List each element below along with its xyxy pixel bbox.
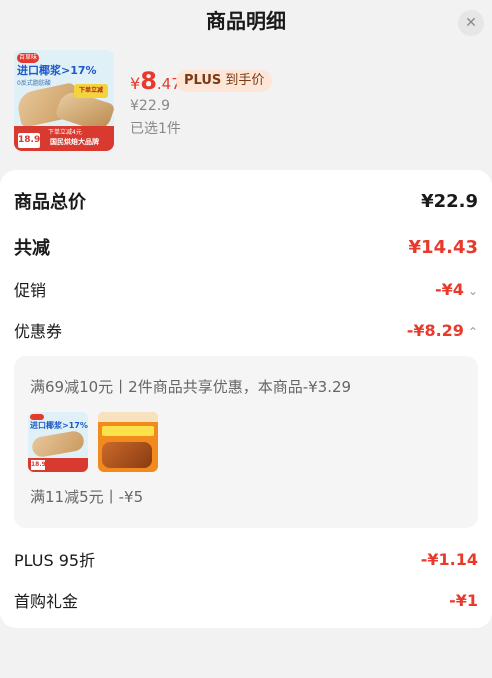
first-purchase-value: -¥1 (449, 590, 478, 610)
food-image (102, 442, 152, 468)
plus-discount-label: PLUS 95折 (14, 551, 96, 570)
thumbnail-subtext: 0反式脂肪酸 (17, 80, 51, 87)
mini-band (102, 426, 154, 436)
product-thumbnail[interactable]: 百草味 进口椰浆>17% 0反式脂肪酸 下单立减 18.9 下单立减4元 国民烘… (14, 50, 114, 151)
header: 商品明细 ✕ 百草味 进口椰浆>17% 0反式脂肪酸 下单立减 18.9 下单立… (0, 0, 492, 170)
mini-top (98, 412, 158, 422)
coupon-product-thumbnail (98, 412, 158, 472)
price-currency: ¥ (130, 74, 141, 93)
page-title: 商品明细 (206, 9, 286, 33)
plus-discount-row: PLUS 95折 -¥1.14 (14, 546, 478, 572)
discount-label: 共减 (14, 238, 50, 259)
plus-badge-prefix: PLUS (184, 73, 222, 88)
coupon-value-wrap[interactable]: -¥8.29 ⌃ (407, 321, 478, 340)
price-integer: 8 (140, 67, 157, 95)
total-label: 商品总价 (14, 192, 86, 213)
brand-logo: 百草味 (17, 53, 39, 63)
thumbnail-strip-top: 下单立减4元 (48, 129, 82, 136)
original-price: ¥22.9 (130, 98, 171, 114)
plus-badge-suffix: 到手价 (225, 73, 265, 88)
final-price: ¥8.47 (130, 68, 181, 97)
coupon-row[interactable]: 优惠券 -¥8.29 ⌃ (14, 317, 478, 343)
selected-count: 已选1件 (130, 121, 181, 137)
chevron-down-icon: ⌄ (467, 283, 478, 298)
plus-price-badge: PLUS 到手价 (176, 70, 273, 92)
thumbnail-headline: 进口椰浆>17% (17, 64, 97, 77)
coupon-desc-2: 满11减5元丨-¥5 (30, 488, 144, 506)
thumbnail-strip-text: 国民烘焙大品牌 (50, 138, 99, 146)
total-value: ¥22.9 (421, 190, 478, 212)
mini-headline: 进口椰浆>17% (30, 421, 88, 430)
promo-row[interactable]: 促销 -¥4 ⌄ (14, 276, 478, 302)
first-purchase-row: 首购礼金 -¥1 (14, 587, 478, 613)
promo-value-wrap[interactable]: -¥4 ⌄ (435, 280, 478, 299)
mini-price: 18.9 (31, 460, 46, 470)
price-breakdown-card: 商品总价 ¥22.9 共减 ¥14.43 促销 -¥4 ⌄ 优惠券 -¥8.29 ⌃… (0, 170, 492, 628)
close-icon[interactable]: ✕ (458, 10, 484, 36)
total-row: 商品总价 ¥22.9 (14, 186, 478, 216)
thumbnail-tag: 下单立减 (74, 84, 108, 98)
coupon-product-thumbnail: 进口椰浆>17% 18.9 (28, 412, 88, 472)
coupon-label: 优惠券 (14, 322, 63, 341)
first-purchase-label: 首购礼金 (14, 592, 79, 611)
promo-value: -¥4 (435, 279, 464, 299)
chevron-up-icon: ⌃ (467, 324, 478, 339)
discount-value: ¥14.43 (408, 236, 478, 258)
discount-row: 共减 ¥14.43 (14, 232, 478, 262)
coupon-value: -¥8.29 (406, 320, 464, 340)
food-image (30, 429, 86, 459)
plus-discount-value: -¥1.14 (420, 549, 478, 569)
thumbnail-price: 18.9 (18, 133, 40, 148)
promo-label: 促销 (14, 281, 47, 300)
coupon-desc-1: 满69减10元丨2件商品共享优惠，本商品-¥3.29 (30, 378, 352, 396)
coupon-detail-panel: 满69减10元丨2件商品共享优惠，本商品-¥3.29 进口椰浆>17% 18.9… (14, 356, 478, 528)
